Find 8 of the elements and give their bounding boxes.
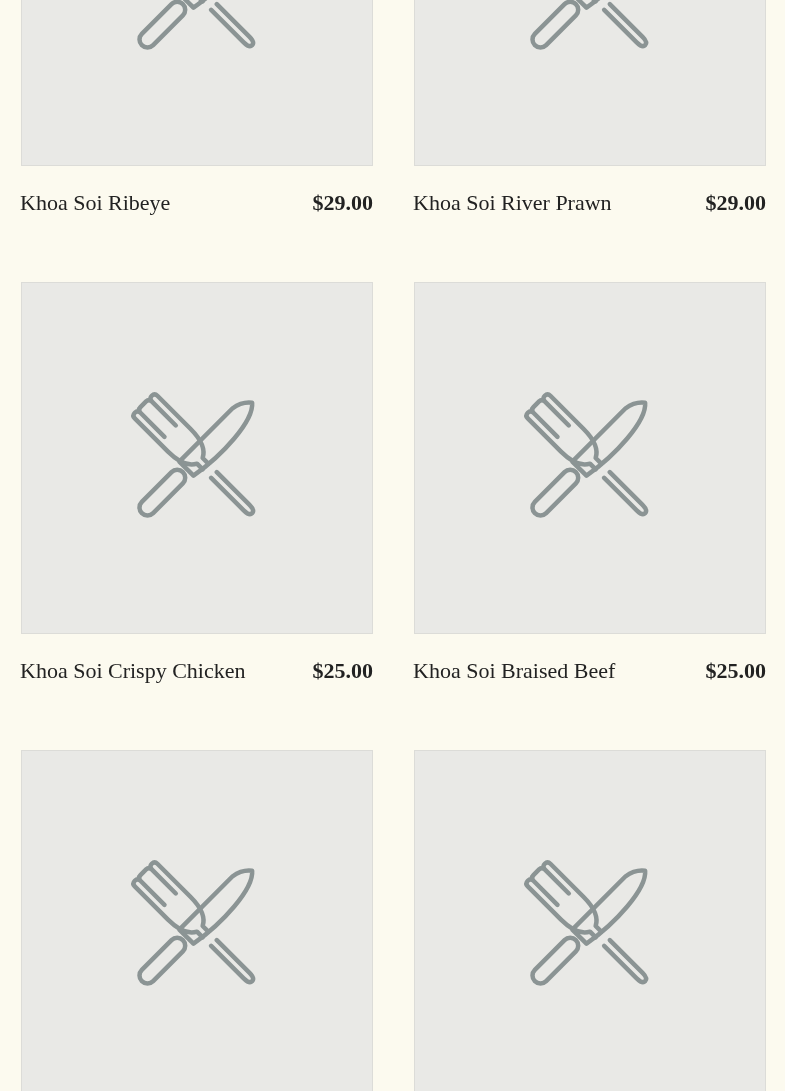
dish-name: Khoa Soi Braised Beef [413, 658, 616, 684]
dish-price: $29.00 [705, 190, 766, 216]
dish-price: $25.00 [705, 658, 766, 684]
dish-name: Khoa Soi River Prawn [413, 190, 612, 216]
dish-price: $29.00 [312, 190, 373, 216]
dish-name: Khoa Soi Crispy Chicken [20, 658, 246, 684]
dish-price: $25.00 [312, 658, 373, 684]
dish-name: Khoa Soi Ribeye [20, 190, 171, 216]
